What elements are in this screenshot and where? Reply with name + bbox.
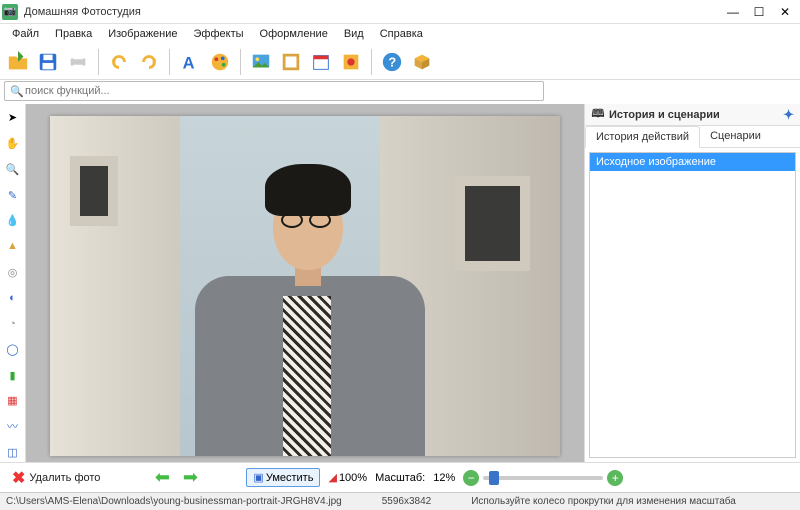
save-button[interactable] [34, 48, 62, 76]
fit-icon: ▣ [253, 471, 263, 484]
panel-title: История и сценарии [609, 109, 720, 121]
menu-view[interactable]: Вид [336, 26, 372, 42]
zoom-icon: ◢ [328, 471, 336, 484]
search-input[interactable] [25, 85, 539, 97]
scale-label: Масштаб: [375, 472, 425, 484]
frame-button[interactable] [277, 48, 305, 76]
open-button[interactable] [4, 48, 32, 76]
dodge-tool[interactable]: ◐ [3, 288, 23, 308]
zoom-100-button[interactable]: ◢ 100% [328, 471, 367, 484]
zoom-slider-thumb[interactable] [489, 471, 499, 485]
history-panel: 🕮 История и сценарии ✦ История действий … [584, 104, 800, 462]
pointer-tool[interactable]: ➤ [3, 108, 23, 128]
crop-tool[interactable]: ◫ [3, 442, 23, 462]
zoom-in-button[interactable]: + [607, 470, 623, 486]
photo-canvas[interactable] [50, 116, 560, 456]
rect-tool[interactable]: ▮ [3, 365, 23, 385]
menu-effects[interactable]: Эффекты [186, 26, 252, 42]
statusbar: C:\Users\AMS-Elena\Downloads\young-busin… [0, 492, 800, 510]
history-list[interactable]: Исходное изображение [589, 152, 796, 458]
print-button[interactable] [64, 48, 92, 76]
menu-file[interactable]: Файл [4, 26, 47, 42]
menu-image[interactable]: Изображение [100, 26, 185, 42]
main-toolbar: A ? [0, 44, 800, 80]
zoom-slider[interactable] [483, 476, 603, 480]
canvas-area[interactable] [26, 104, 584, 462]
brush-tool[interactable]: ✎ [3, 185, 23, 205]
palette-button[interactable] [206, 48, 234, 76]
svg-text:A: A [183, 54, 195, 72]
undo-button[interactable] [105, 48, 133, 76]
prev-photo-button[interactable]: ⬅ [152, 468, 172, 488]
zoom-out-button[interactable]: − [463, 470, 479, 486]
menu-edit[interactable]: Правка [47, 26, 100, 42]
fit-button[interactable]: ▣ Уместить [246, 468, 320, 487]
history-item[interactable]: Исходное изображение [590, 153, 795, 171]
search-box[interactable]: 🔍 [4, 81, 544, 101]
sharpen-tool[interactable]: ▲ [3, 237, 23, 257]
fit-label: Уместить [266, 472, 314, 484]
search-icon: 🔍 [9, 83, 25, 99]
menubar: Файл Правка Изображение Эффекты Оформлен… [0, 24, 800, 44]
menu-help[interactable]: Справка [372, 26, 431, 42]
delete-photo-button[interactable]: ✖ Удалить фото [6, 466, 106, 490]
maximize-button[interactable]: ☐ [746, 2, 772, 22]
help-button[interactable]: ? [378, 48, 406, 76]
effects-button[interactable] [337, 48, 365, 76]
menu-design[interactable]: Оформление [252, 26, 336, 42]
clone-tool[interactable]: ◎ [3, 262, 23, 282]
package-button[interactable] [408, 48, 436, 76]
tab-scenarios[interactable]: Сценарии [700, 126, 771, 147]
status-hint: Используйте колесо прокрутки для изменен… [471, 496, 736, 507]
circle-tool[interactable]: ◯ [3, 339, 23, 359]
calendar-button[interactable] [307, 48, 335, 76]
tools-sidebar: ➤ ✋ 🔍 ✎ 💧 ▲ ◎ ◐ ◔ ◯ ▮ ▦ 〰 ◫ [0, 104, 26, 462]
insert-image-button[interactable] [247, 48, 275, 76]
tab-history[interactable]: История действий [585, 126, 700, 148]
minimize-button[interactable]: — [720, 2, 746, 22]
blur-tool[interactable]: 💧 [3, 211, 23, 231]
delete-icon: ✖ [12, 468, 25, 488]
curve-tool[interactable]: 〰 [3, 417, 23, 437]
zoom-tool[interactable]: 🔍 [3, 159, 23, 179]
zoom-100-label: 100% [339, 472, 367, 484]
window-title: Домашняя Фотостудия [24, 6, 720, 18]
text-tool-button[interactable]: A [176, 48, 204, 76]
close-button[interactable]: ✕ [772, 2, 798, 22]
hand-tool[interactable]: ✋ [3, 134, 23, 154]
eyedropper-tool[interactable]: ◔ [3, 314, 23, 334]
collapse-panel-icon[interactable]: ✦ [783, 107, 794, 123]
status-filepath: C:\Users\AMS-Elena\Downloads\young-busin… [6, 496, 342, 507]
redo-button[interactable] [135, 48, 163, 76]
layers-tool[interactable]: ▦ [3, 391, 23, 411]
history-icon: 🕮 [591, 108, 605, 122]
status-dimensions: 5596x3842 [382, 496, 432, 507]
bottom-toolbar: ✖ Удалить фото ⬅ ➡ ▣ Уместить ◢ 100% Мас… [0, 462, 800, 492]
delete-label: Удалить фото [29, 472, 100, 484]
app-icon: 📷 [2, 4, 18, 20]
svg-text:?: ? [388, 54, 396, 69]
next-photo-button[interactable]: ➡ [180, 468, 200, 488]
scale-value: 12% [433, 472, 455, 484]
